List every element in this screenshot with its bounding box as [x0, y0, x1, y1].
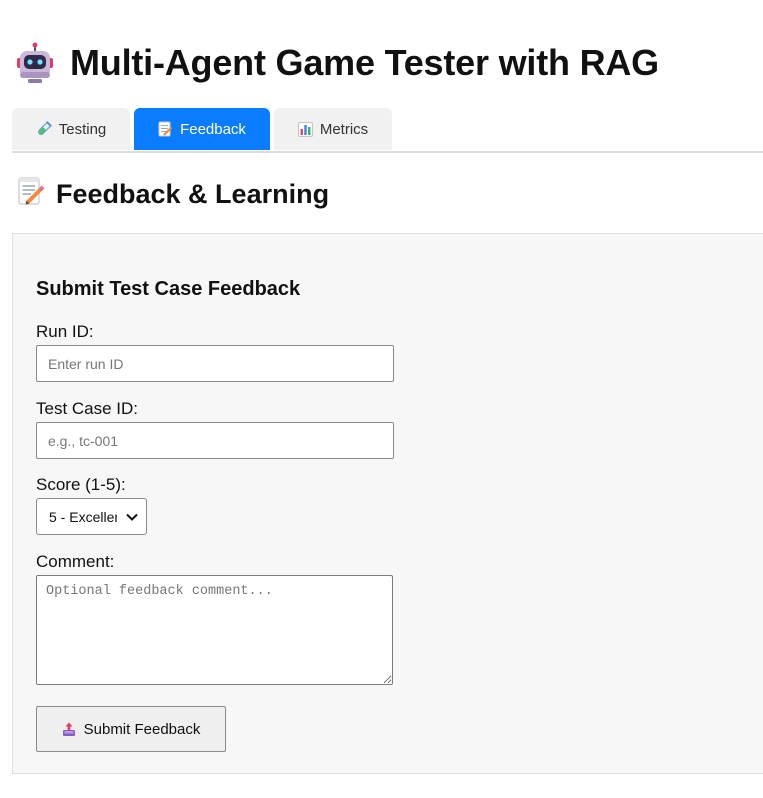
tab-feedback-label: Feedback [180, 120, 246, 138]
test-case-id-input[interactable] [36, 422, 394, 459]
tab-feedback[interactable]: Feedback [134, 108, 270, 150]
test-case-id-label: Test Case ID: [36, 399, 139, 418]
test-tube-icon [36, 121, 52, 137]
app-header: Multi-Agent Game Tester with RAG [16, 40, 659, 86]
comment-label: Comment: [36, 552, 115, 571]
tab-testing[interactable]: Testing [12, 108, 130, 150]
section-header: Feedback & Learning [18, 176, 329, 212]
tab-metrics[interactable]: Metrics [274, 108, 392, 150]
comment-textarea[interactable] [36, 575, 393, 685]
memo-icon [158, 121, 173, 137]
form-title: Submit Test Case Feedback [36, 278, 301, 300]
tab-bar: Testing Feedback Metrics [12, 108, 763, 153]
app-title: Multi-Agent Game Tester with RAG [70, 42, 659, 83]
score-selected-value: 5 - Excellent [49, 508, 117, 525]
run-id-label: Run ID: [36, 322, 94, 341]
tab-metrics-label: Metrics [319, 120, 369, 138]
memo-icon [18, 176, 45, 212]
score-select[interactable]: 5 - Excellent [36, 498, 147, 535]
score-label: Score (1-5): [36, 475, 126, 494]
section-title: Feedback & Learning [56, 178, 330, 209]
page: Multi-Agent Game Tester with RAG Testing [0, 0, 763, 798]
run-id-input[interactable] [36, 345, 394, 382]
robot-icon [16, 42, 54, 84]
submit-feedback-button[interactable]: Submit Feedback [36, 706, 226, 752]
chevron-down-icon [124, 509, 140, 525]
feedback-form-panel: Submit Test Case Feedback Run ID: Test C… [12, 233, 763, 774]
submit-feedback-label: Submit Feedback [83, 720, 201, 738]
tab-testing-label: Testing [58, 120, 107, 138]
outbox-tray-icon [62, 722, 76, 737]
bar-chart-icon [297, 121, 313, 137]
